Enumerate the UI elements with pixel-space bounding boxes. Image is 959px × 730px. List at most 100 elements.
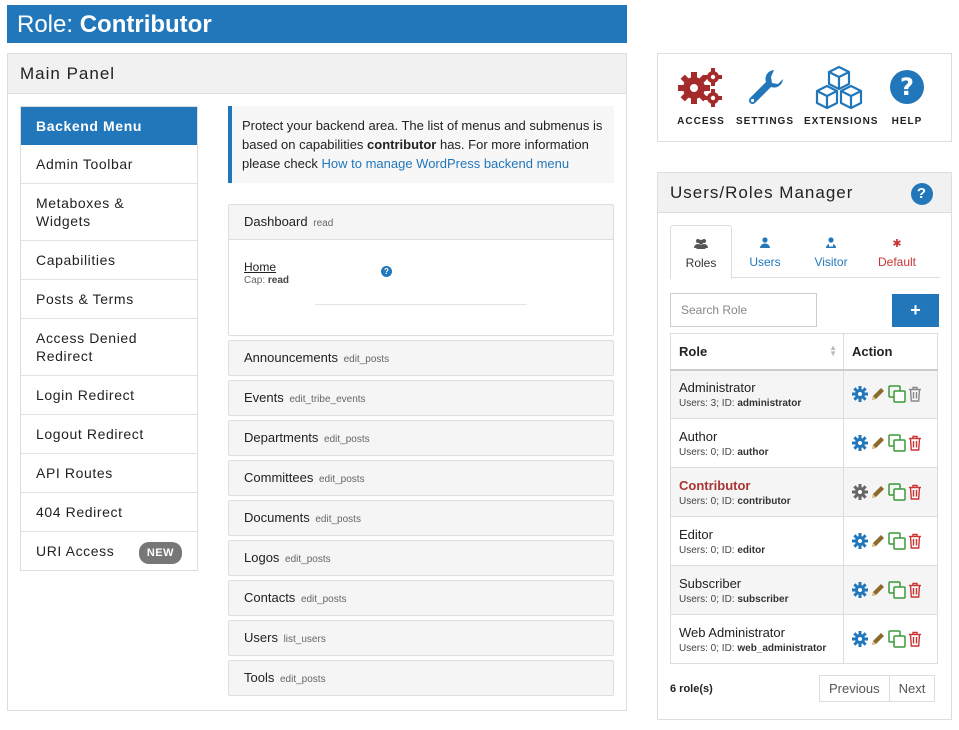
title-prefix: Role: bbox=[17, 11, 74, 38]
action-cell bbox=[843, 467, 938, 517]
delete-role-trash-icon[interactable] bbox=[908, 631, 922, 647]
delete-role-trash-icon[interactable] bbox=[908, 435, 922, 451]
info-notice: Protect your backend area. The list of m… bbox=[228, 106, 614, 183]
menu-section-committees: Committees edit_posts bbox=[228, 460, 614, 496]
menu-item-backend-menu[interactable]: Backend Menu bbox=[21, 107, 197, 145]
menu-item-login-redirect[interactable]: Login Redirect bbox=[21, 376, 197, 415]
menu-section-toggle[interactable]: Dashboard read bbox=[229, 205, 613, 239]
question-circle-icon: ? bbox=[872, 64, 942, 110]
roles-help-icon[interactable]: ? bbox=[911, 183, 933, 205]
action-cell bbox=[843, 614, 938, 664]
role-meta: Users: 0; ID: web_administrator bbox=[679, 642, 827, 654]
edit-role-pencil-icon[interactable] bbox=[870, 631, 886, 647]
edit-role-pencil-icon[interactable] bbox=[870, 484, 886, 500]
role-meta: Users: 0; ID: subscriber bbox=[679, 593, 789, 605]
delete-role-trash-icon[interactable] bbox=[908, 582, 922, 598]
menu-section-toggle[interactable]: Contacts edit_posts bbox=[229, 581, 613, 615]
help-button[interactable]: ? HELP bbox=[872, 64, 942, 127]
title-role: Contributor bbox=[79, 11, 212, 38]
roles-count: 6 role(s) bbox=[670, 683, 713, 695]
action-column-header: Action bbox=[843, 333, 938, 371]
menu-section-toggle[interactable]: Users list_users bbox=[229, 621, 613, 655]
clone-role-icon[interactable] bbox=[888, 385, 906, 403]
role-name: Subscriber bbox=[679, 575, 742, 591]
settings-label: SETTINGS bbox=[735, 116, 794, 127]
roles-tabs: Roles Users Visitor ✱ Default bbox=[670, 225, 940, 279]
manage-role-gear-icon[interactable] bbox=[852, 631, 868, 647]
menu-item-label: Login Redirect bbox=[36, 387, 135, 403]
menu-item-api-routes[interactable]: API Routes bbox=[21, 454, 197, 493]
delete-role-trash-icon[interactable] bbox=[908, 386, 922, 402]
menu-item-capabilities[interactable]: Capabilities bbox=[21, 241, 197, 280]
menu-section-tools: Tools edit_posts bbox=[228, 660, 614, 696]
menu-section-toggle[interactable]: Logos edit_posts bbox=[229, 541, 613, 575]
clone-role-icon[interactable] bbox=[888, 434, 906, 452]
submenu-home-link[interactable]: Home bbox=[244, 260, 276, 274]
tab-visitor[interactable]: Visitor bbox=[800, 225, 862, 279]
role-meta: Users: 3; ID: administrator bbox=[679, 397, 802, 409]
menu-section-capability: edit_posts bbox=[315, 514, 361, 525]
manage-role-gear-icon[interactable] bbox=[852, 533, 868, 549]
action-cell bbox=[843, 516, 938, 566]
settings-button[interactable]: SETTINGS bbox=[730, 64, 800, 127]
user-icon bbox=[734, 237, 796, 253]
role-cell: Editor Users: 0; ID: editor bbox=[670, 516, 844, 566]
menu-item-posts-terms[interactable]: Posts & Terms bbox=[21, 280, 197, 319]
table-row: Contributor Users: 0; ID: contributor bbox=[670, 467, 938, 517]
previous-page-button[interactable]: Previous bbox=[819, 675, 890, 702]
role-column-header[interactable]: Role ▲ ▼ bbox=[670, 333, 844, 371]
menu-item-logout-redirect[interactable]: Logout Redirect bbox=[21, 415, 197, 454]
menu-item-metaboxes-widgets[interactable]: Metaboxes & Widgets bbox=[21, 184, 197, 241]
menu-section-toggle[interactable]: Announcements edit_posts bbox=[229, 341, 613, 375]
menu-section-toggle[interactable]: Documents edit_posts bbox=[229, 501, 613, 535]
help-icon[interactable]: ? bbox=[381, 266, 392, 277]
gears-icon bbox=[666, 64, 736, 110]
role-meta: Users: 0; ID: contributor bbox=[679, 495, 791, 507]
delete-role-trash-icon[interactable] bbox=[908, 533, 922, 549]
menu-item-access-denied-redirect[interactable]: Access Denied Redirect bbox=[21, 319, 197, 376]
action-cell bbox=[843, 418, 938, 468]
menu-section-name: Tools bbox=[244, 670, 275, 685]
add-role-button[interactable]: + bbox=[892, 294, 939, 327]
edit-role-pencil-icon[interactable] bbox=[870, 386, 886, 402]
next-page-button[interactable]: Next bbox=[889, 675, 936, 702]
tab-users[interactable]: Users bbox=[734, 225, 796, 279]
access-button[interactable]: ACCESS bbox=[666, 64, 736, 127]
search-role-input[interactable] bbox=[670, 293, 817, 327]
menu-item-uri-access[interactable]: URI Access NEW bbox=[21, 532, 197, 570]
table-row: Web Administrator Users: 0; ID: web_admin… bbox=[670, 614, 938, 664]
clone-role-icon[interactable] bbox=[888, 581, 906, 599]
menu-section-name: Announcements bbox=[244, 350, 338, 365]
extensions-button[interactable]: EXTENSIONS bbox=[804, 64, 877, 127]
manage-role-gear-icon[interactable] bbox=[852, 484, 868, 500]
edit-role-pencil-icon[interactable] bbox=[870, 533, 886, 549]
action-cell bbox=[843, 369, 938, 419]
clone-role-icon[interactable] bbox=[888, 532, 906, 550]
roles-table: Role ▲ ▼ Action Administrator Users: 3; ID… bbox=[670, 333, 938, 664]
menu-section-toggle[interactable]: Tools edit_posts bbox=[229, 661, 613, 695]
menu-section-capability: list_users bbox=[283, 634, 326, 645]
manage-role-gear-icon[interactable] bbox=[852, 582, 868, 598]
menu-item-admin-toolbar[interactable]: Admin Toolbar bbox=[21, 145, 197, 184]
edit-role-pencil-icon[interactable] bbox=[870, 435, 886, 451]
info-help-link[interactable]: How to manage WordPress backend menu bbox=[322, 156, 570, 171]
manage-role-gear-icon[interactable] bbox=[852, 435, 868, 451]
tool-panel: ACCESS SETTINGS EXTENSIONS ? HELP bbox=[657, 53, 952, 142]
menu-item-label: Metaboxes & Widgets bbox=[36, 195, 125, 229]
clone-role-icon[interactable] bbox=[888, 483, 906, 501]
role-name: Web Administrator bbox=[679, 624, 785, 640]
edit-role-pencil-icon[interactable] bbox=[870, 582, 886, 598]
clone-role-icon[interactable] bbox=[888, 630, 906, 648]
menu-section-capability: edit_posts bbox=[300, 594, 347, 605]
tab-default[interactable]: ✱ Default bbox=[866, 225, 928, 279]
menu-item-404-redirect[interactable]: 404 Redirect bbox=[21, 493, 197, 532]
menu-section-toggle[interactable]: Committees edit_posts bbox=[229, 461, 613, 495]
menu-section-capability: edit_posts bbox=[318, 474, 365, 485]
manage-role-gear-icon[interactable] bbox=[852, 386, 868, 403]
menu-section-toggle[interactable]: Events edit_tribe_events bbox=[229, 381, 613, 415]
tab-roles[interactable]: Roles bbox=[670, 225, 732, 279]
menu-section-toggle[interactable]: Departments edit_posts bbox=[229, 421, 613, 455]
role-cell: Web Administrator Users: 0; ID: web_admin… bbox=[670, 614, 844, 664]
table-row: Author Users: 0; ID: author bbox=[670, 418, 938, 468]
delete-role-trash-icon[interactable] bbox=[908, 484, 922, 500]
